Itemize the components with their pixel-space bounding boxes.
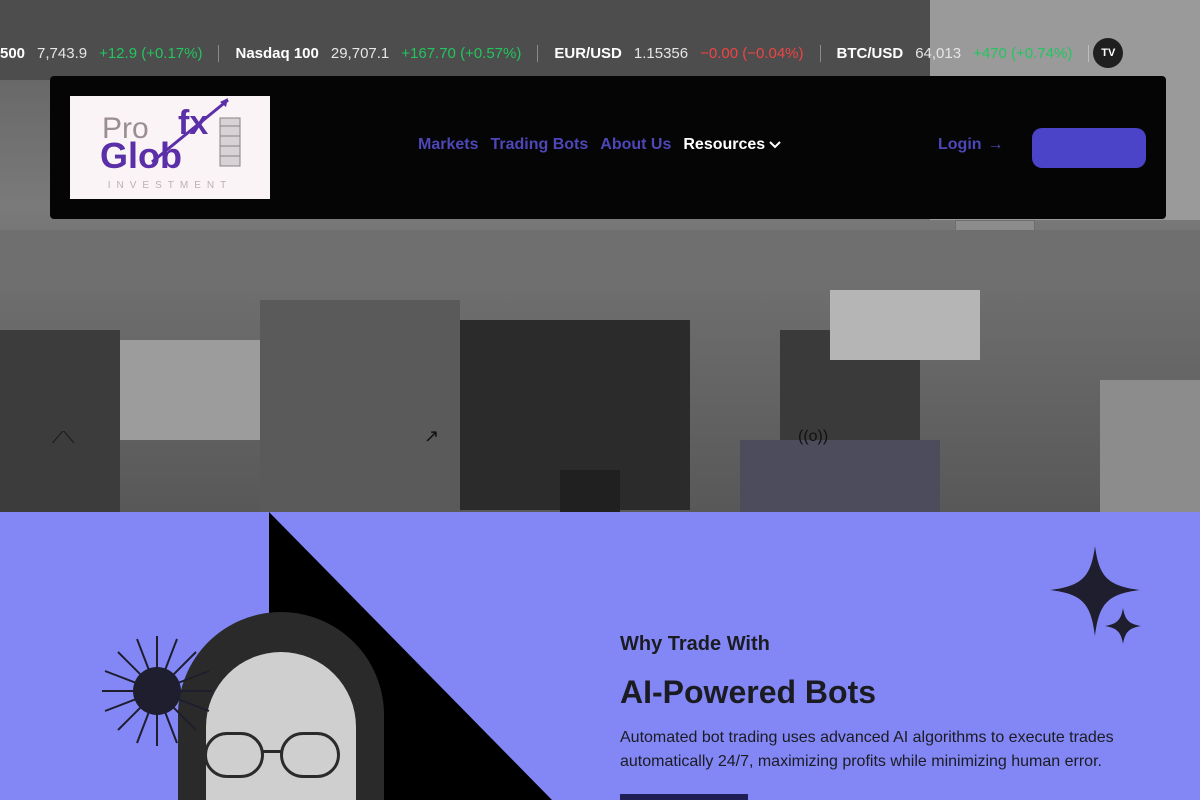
ticker-symbol: 500 <box>0 44 26 62</box>
ticker-price: 7,743.9 <box>37 44 88 62</box>
ticker-item[interactable]: Nasdaq 100 29,707.1 +167.70 (+0.57%) <box>219 44 539 62</box>
ticker-symbol: EUR/USD <box>554 44 622 62</box>
logo-graphic: Pro fx Glob INVESTMENT <box>100 98 241 191</box>
ticker-item[interactable]: BTC/USD 64,013 +470 (+0.74%) <box>821 44 1090 62</box>
brand-logo[interactable]: Pro fx Glob INVESTMENT <box>70 96 270 199</box>
nav-dropdown-resources[interactable]: Resources <box>683 136 781 154</box>
nav-link-trading-bots[interactable]: Trading Bots <box>490 136 588 154</box>
nav-link-about-us[interactable]: About Us <box>600 136 671 154</box>
section-cta-button[interactable] <box>620 794 748 800</box>
ticker-symbol: BTC/USD <box>836 44 904 62</box>
tradingview-logo-icon[interactable]: TV <box>1093 38 1124 68</box>
ticker-price: 1.15356 <box>633 44 689 62</box>
trend-up-icon: ↗ <box>424 426 440 446</box>
svg-text:INVESTMENT: INVESTMENT <box>108 180 232 191</box>
chevron-down-icon <box>769 141 781 149</box>
ticker-price: 29,707.1 <box>330 44 390 62</box>
ticker-item[interactable]: 500 7,743.9 +12.9 (+0.17%) <box>0 44 220 62</box>
sunburst-icon <box>102 636 212 746</box>
section-description: Automated bot trading uses advanced AI a… <box>620 729 1114 770</box>
ticker-symbol: Nasdaq 100 <box>235 44 319 62</box>
svg-text:Glob: Glob <box>100 135 182 176</box>
nav-link-markets[interactable]: Markets <box>418 136 478 154</box>
handshake-icon: ⟋⟍ <box>52 430 75 447</box>
ticker-change: +470 (+0.74%) <box>973 44 1073 62</box>
ticker-change: −0.00 (−0.04%) <box>700 44 804 62</box>
broadcast-icon: ((o)) <box>798 428 829 445</box>
signup-button[interactable] <box>1032 128 1146 168</box>
section-headline: AI-Powered Bots <box>620 674 877 710</box>
ticker-price: 64,013 <box>915 44 962 62</box>
market-ticker: 500 7,743.9 +12.9 (+0.17%) Nasdaq 100 29… <box>0 36 1200 70</box>
main-navbar: Pro fx Glob INVESTMENT Markets Trading B… <box>50 76 1166 219</box>
ai-bots-section: Why Trade With AI-Powered Bots Automated… <box>0 512 1200 800</box>
ticker-change: +167.70 (+0.57%) <box>401 44 522 62</box>
login-link[interactable]: Login → <box>938 136 1004 154</box>
ticker-change: +12.9 (+0.17%) <box>99 44 203 62</box>
nav-links: Markets Trading Bots About Us Resources <box>418 136 781 154</box>
arrow-right-icon: → <box>987 136 1004 153</box>
section-eyebrow: Why Trade With <box>620 633 770 655</box>
nav-dropdown-label: Resources <box>683 136 766 153</box>
login-label: Login <box>938 136 982 153</box>
sparkle-icon <box>1050 546 1141 644</box>
ticker-item[interactable]: EUR/USD 1.15356 −0.00 (−0.04%) <box>538 44 821 62</box>
